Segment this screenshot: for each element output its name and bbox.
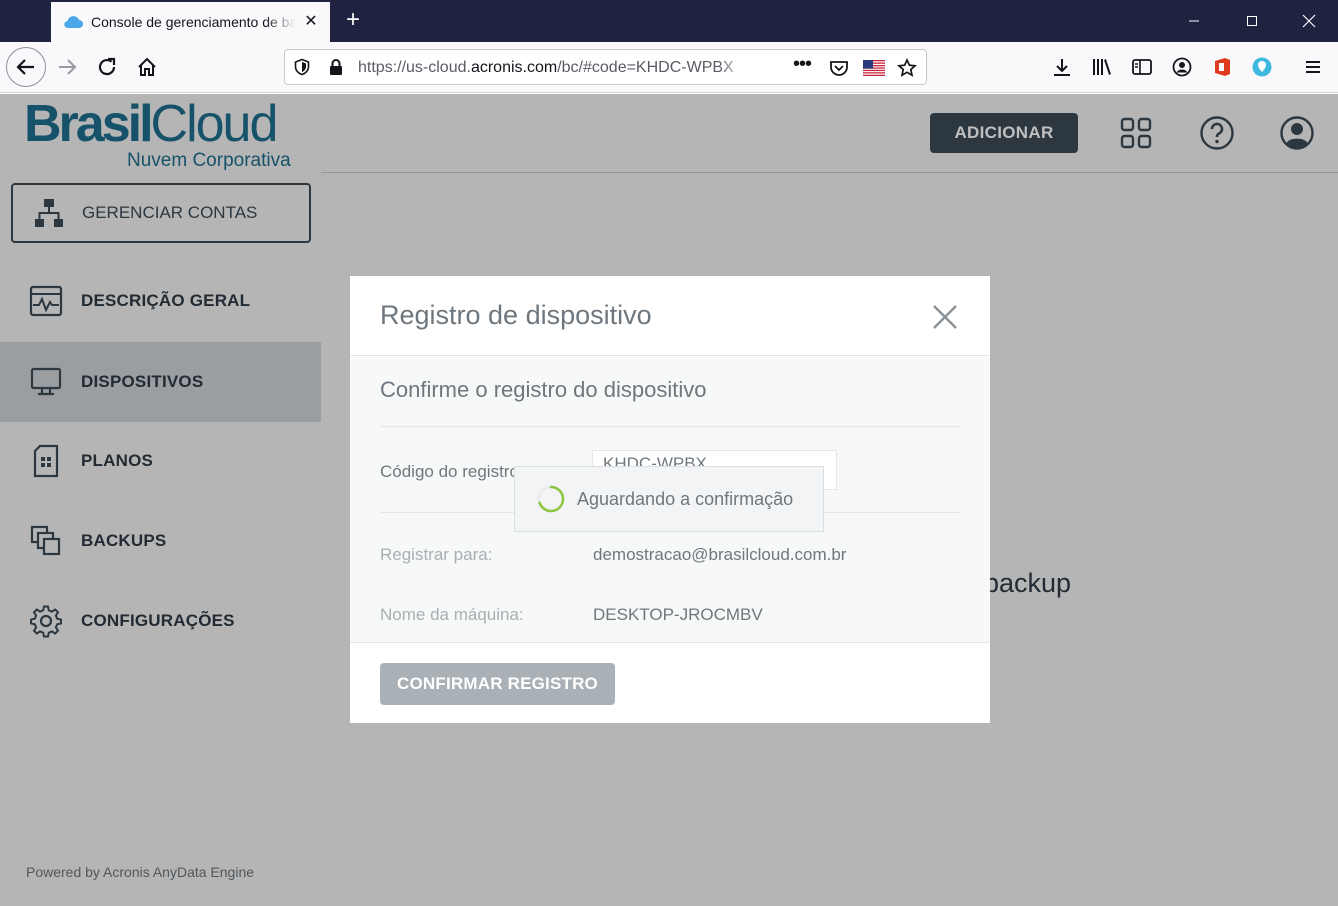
forward-button[interactable] — [52, 52, 82, 82]
office-icon — [1215, 58, 1230, 76]
tab-close-icon[interactable]: ✕ — [302, 13, 320, 31]
app-root: BrasilCloud Nuvem Corporativa ADICIONAR … — [0, 94, 1338, 906]
new-tab-icon[interactable]: + — [340, 8, 366, 34]
url-text[interactable]: https://us-cloud.acronis.com/bc/#code=KH… — [358, 59, 750, 77]
reload-icon — [98, 57, 116, 76]
arrow-left-icon — [16, 59, 34, 75]
library-button[interactable] — [1087, 52, 1117, 82]
home-button[interactable] — [132, 52, 162, 82]
browser-tab[interactable]: Console de gerenciamento de backup ✕ — [51, 2, 330, 42]
device-registration-dialog: Registro de dispositivo Confirme o regis… — [350, 276, 990, 723]
window-close-icon[interactable] — [1281, 0, 1337, 42]
waiting-confirmation-text: Aguardando a confirmação — [577, 488, 794, 509]
location-extension-button[interactable] — [1247, 52, 1277, 82]
downloads-button[interactable] — [1047, 52, 1077, 82]
arrow-right-icon — [59, 59, 77, 75]
registration-code-label: Código do registro: — [380, 462, 524, 481]
machine-name-label: Nome da máquina: — [380, 605, 524, 624]
machine-name-value: DESKTOP-JROCMBV — [593, 605, 763, 624]
dialog-subtitle: Confirme o registro do dispositivo — [380, 377, 707, 402]
dialog-title: Registro de dispositivo — [380, 300, 652, 330]
office-extension-button[interactable] — [1207, 52, 1237, 82]
library-icon — [1093, 59, 1111, 75]
browser-navbar: https://us-cloud.acronis.com/bc/#code=KH… — [0, 42, 1338, 93]
url-bar[interactable]: https://us-cloud.acronis.com/bc/#code=KH… — [284, 49, 927, 85]
us-flag-icon[interactable] — [863, 60, 885, 76]
bookmark-star-icon[interactable] — [897, 58, 917, 78]
sidebar-toggle-button[interactable] — [1127, 52, 1157, 82]
location-icon — [1252, 57, 1272, 77]
lock-icon[interactable] — [328, 58, 344, 76]
dialog-header: Registro de dispositivo — [350, 276, 990, 356]
waiting-confirmation-popup: Aguardando a confirmação — [514, 466, 824, 532]
hamburger-icon — [1306, 61, 1320, 73]
close-icon[interactable] — [930, 302, 960, 332]
menu-button[interactable] — [1298, 52, 1328, 82]
register-for-value: demostracao@brasilcloud.com.br — [593, 545, 847, 564]
register-for-label: Registrar para: — [380, 545, 493, 564]
download-icon — [1054, 59, 1070, 76]
maximize-icon[interactable] — [1224, 0, 1280, 42]
account-button[interactable] — [1167, 52, 1197, 82]
sidebar-icon — [1132, 59, 1152, 75]
home-icon — [138, 57, 156, 76]
pocket-icon[interactable] — [829, 58, 849, 78]
loading-spinner-icon — [537, 485, 565, 513]
account-icon — [1172, 57, 1192, 77]
back-button[interactable] — [6, 47, 46, 87]
minimize-icon[interactable] — [1166, 0, 1222, 42]
cloud-icon — [64, 16, 83, 29]
more-actions-icon[interactable]: ••• — [793, 53, 812, 76]
shield-icon[interactable] — [293, 58, 311, 76]
divider — [380, 426, 960, 427]
confirm-registration-button[interactable]: CONFIRMAR REGISTRO — [380, 663, 615, 705]
browser-titlebar: Console de gerenciamento de backup ✕ + — [0, 0, 1338, 42]
tab-title: Console de gerenciamento de backup — [91, 14, 296, 30]
reload-button[interactable] — [92, 52, 122, 82]
dialog-body: Confirme o registro do dispositivo Códig… — [350, 357, 990, 643]
